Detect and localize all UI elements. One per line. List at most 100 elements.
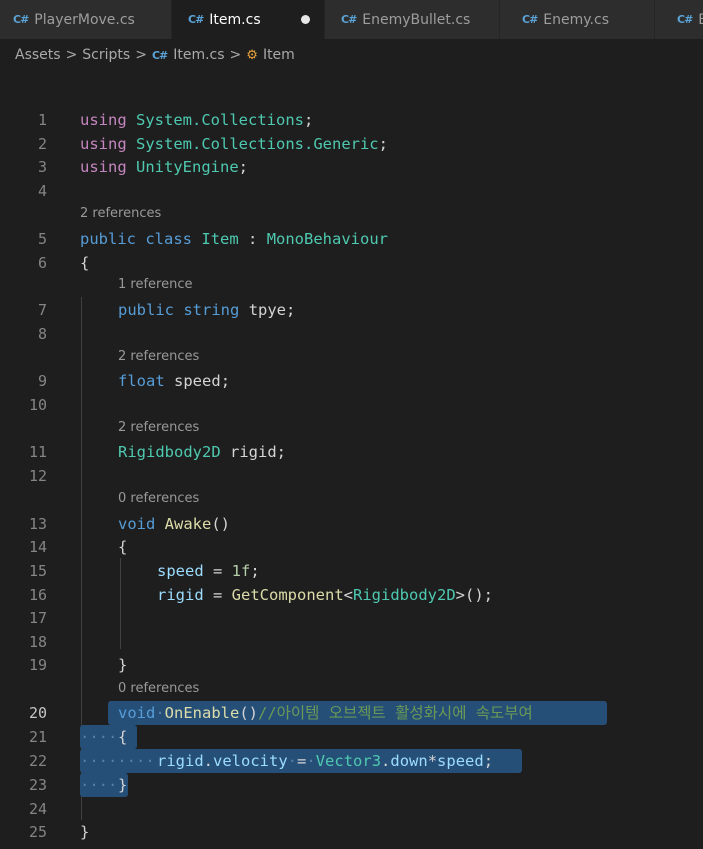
code-lens-references[interactable]: 2 references bbox=[80, 205, 161, 223]
line-number: 19 bbox=[28, 656, 47, 674]
code-line: 5 public class Item : MonoBehaviour bbox=[0, 227, 703, 251]
code-line: 11 Rigidbody2D rigid; bbox=[0, 440, 703, 464]
line-number: 9 bbox=[37, 372, 47, 390]
code-text: using System.Collections; bbox=[80, 111, 314, 129]
line-number: 2 bbox=[37, 135, 47, 153]
code-text: } bbox=[118, 656, 128, 674]
tab-enemy[interactable]: C# Enemy.cs bbox=[500, 0, 654, 39]
code-text: speed = 1f; bbox=[157, 562, 260, 580]
line-number: 7 bbox=[37, 301, 47, 319]
csharp-file-icon: C# bbox=[341, 13, 357, 26]
csharp-file-icon: C# bbox=[188, 13, 204, 26]
code-text: void·OnEnable()//아이템 오브젝트 활성화시에 속도부여 bbox=[118, 704, 533, 722]
code-lens-references[interactable]: 2 references bbox=[118, 419, 199, 437]
line-number: 17 bbox=[28, 609, 47, 627]
csharp-file-icon: C# bbox=[677, 13, 693, 26]
code-line: 21 ···· { bbox=[0, 725, 703, 749]
code-lens-references[interactable]: 0 references bbox=[118, 680, 199, 698]
code-line: 17 bbox=[0, 606, 703, 630]
tab-label: B bbox=[698, 12, 703, 28]
code-line: 9 float speed; bbox=[0, 369, 703, 393]
code-line: 12 bbox=[0, 464, 703, 488]
code-line: 19 } bbox=[0, 653, 703, 677]
code-lens-references[interactable]: 1 reference bbox=[118, 276, 192, 294]
breadcrumb-assets[interactable]: Assets bbox=[15, 47, 61, 63]
line-number: 16 bbox=[28, 586, 47, 604]
class-symbol-icon: ⚙ bbox=[246, 47, 258, 63]
line-number: 6 bbox=[37, 254, 47, 272]
whitespace-markers: ········ bbox=[80, 752, 155, 770]
chevron-right-icon: > bbox=[229, 47, 242, 63]
code-line: 15 speed = 1f; bbox=[0, 559, 703, 583]
code-line: 6 { bbox=[0, 251, 703, 275]
line-number: 12 bbox=[28, 467, 47, 485]
code-line: 14 { bbox=[0, 535, 703, 559]
code-line: 20 void·OnEnable()//아이템 오브젝트 활성화시에 속도부여 bbox=[0, 701, 703, 725]
code-lens-references[interactable]: 0 references bbox=[118, 490, 199, 508]
code-text: { bbox=[80, 254, 90, 272]
tab-label: EnemyBullet.cs bbox=[362, 11, 471, 28]
csharp-file-icon: C# bbox=[522, 13, 538, 26]
breadcrumb-symbol[interactable]: Item bbox=[263, 47, 295, 63]
line-number: 22 bbox=[28, 752, 47, 770]
code-lens-references[interactable]: 2 references bbox=[118, 348, 199, 366]
line-number: 4 bbox=[37, 182, 47, 200]
code-line: 25 } bbox=[0, 820, 703, 844]
line-number: 1 bbox=[37, 111, 47, 129]
line-number: 15 bbox=[28, 562, 47, 580]
line-number: 8 bbox=[37, 325, 47, 343]
code-line: 2 using System.Collections.Generic; bbox=[0, 132, 703, 156]
code-text: void Awake() bbox=[118, 515, 231, 533]
code-text: using System.Collections.Generic; bbox=[80, 135, 388, 153]
code-text: public string tpye; bbox=[118, 301, 296, 319]
code-line: 23 ···· } bbox=[0, 773, 703, 797]
line-number: 23 bbox=[28, 776, 47, 794]
csharp-file-icon: C# bbox=[151, 48, 168, 62]
code-text: Rigidbody2D rigid; bbox=[118, 443, 287, 461]
code-editor[interactable]: 1 using System.Collections; 2 using Syst… bbox=[0, 71, 703, 849]
line-number: 25 bbox=[28, 823, 47, 841]
code-line: 18 bbox=[0, 630, 703, 654]
code-text: public class Item : MonoBehaviour bbox=[80, 230, 389, 248]
line-number: 3 bbox=[37, 158, 47, 176]
unsaved-changes-dot-icon[interactable] bbox=[301, 15, 310, 24]
line-number: 11 bbox=[28, 443, 47, 461]
code-text: { bbox=[118, 728, 128, 746]
code-text: { bbox=[118, 538, 128, 556]
tab-enemybullet[interactable]: C# EnemyBullet.cs bbox=[325, 0, 499, 39]
whitespace-markers: ···· bbox=[80, 776, 118, 794]
code-text: } bbox=[118, 776, 128, 794]
csharp-file-icon: C# bbox=[13, 13, 29, 26]
tab-label: Item.cs bbox=[209, 11, 261, 28]
line-number: 5 bbox=[37, 230, 47, 248]
code-line: 8 bbox=[0, 322, 703, 346]
tab-item[interactable]: C# Item.cs bbox=[172, 0, 324, 39]
code-line: 10 bbox=[0, 393, 703, 417]
code-line: 3 using UnityEngine; bbox=[0, 155, 703, 179]
tab-b[interactable]: C# B bbox=[655, 0, 703, 39]
breadcrumb-file[interactable]: Item.cs bbox=[173, 47, 224, 63]
breadcrumb-scripts[interactable]: Scripts bbox=[82, 47, 130, 63]
code-line: 4 bbox=[0, 179, 703, 203]
line-number: 24 bbox=[28, 800, 47, 818]
line-number: 20 bbox=[28, 704, 47, 722]
code-text: using UnityEngine; bbox=[80, 158, 249, 176]
breadcrumb: Assets > Scripts > C# Item.cs > ⚙ Item bbox=[0, 39, 703, 71]
code-text: } bbox=[80, 823, 90, 841]
code-line: 22 ········ rigid.velocity·=·Vector3.dow… bbox=[0, 749, 703, 773]
chevron-right-icon: > bbox=[135, 47, 147, 63]
line-number: 14 bbox=[28, 538, 47, 556]
code-line: 13 void Awake() bbox=[0, 512, 703, 536]
code-text: rigid = GetComponent<Rigidbody2D>(); bbox=[157, 586, 493, 604]
tab-playermove[interactable]: C# PlayerMove.cs bbox=[0, 0, 171, 39]
code-text: float speed; bbox=[118, 372, 231, 390]
tab-label: PlayerMove.cs bbox=[34, 11, 135, 28]
code-line: 1 using System.Collections; bbox=[0, 108, 703, 132]
line-number: 10 bbox=[28, 396, 47, 414]
line-number: 18 bbox=[28, 633, 47, 651]
editor-tab-bar: C# PlayerMove.cs C# Item.cs C# EnemyBull… bbox=[0, 0, 703, 39]
line-number: 13 bbox=[28, 515, 47, 533]
code-line: 24 bbox=[0, 797, 703, 821]
code-line: 16 rigid = GetComponent<Rigidbody2D>(); bbox=[0, 583, 703, 607]
chevron-right-icon: > bbox=[65, 47, 78, 63]
